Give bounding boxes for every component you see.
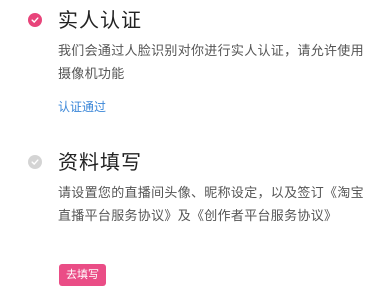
step-profile-completion: 资料填写 请设置您的直播间头像、昵称设定，以及签订《淘宝直播平台服务协议》及《创… [0,148,382,286]
go-fill-button[interactable]: 去填写 [59,264,106,286]
verification-steps-page: 实人认证 我们会通过人脸识别对你进行实人认证，请允许使用摄像机功能 认证通过 资… [0,0,382,293]
verification-passed-link[interactable]: 认证通过 [58,98,106,116]
step-real-name-verification: 实人认证 我们会通过人脸识别对你进行实人认证，请允许使用摄像机功能 认证通过 [0,6,382,114]
step-description: 我们会通过人脸识别对你进行实人认证，请允许使用摄像机功能 [58,44,364,82]
step-title: 实人认证 [58,8,142,32]
step-title: 资料填写 [58,150,142,174]
step-done-check-icon [28,13,42,27]
step-header: 实人认证 [0,6,382,34]
step-description: 请设置您的直播间头像、昵称设定，以及签订《淘宝直播平台服务协议》及《创作者平台服… [58,186,364,224]
step-header: 资料填写 [0,148,382,176]
step-pending-check-icon [28,155,42,169]
